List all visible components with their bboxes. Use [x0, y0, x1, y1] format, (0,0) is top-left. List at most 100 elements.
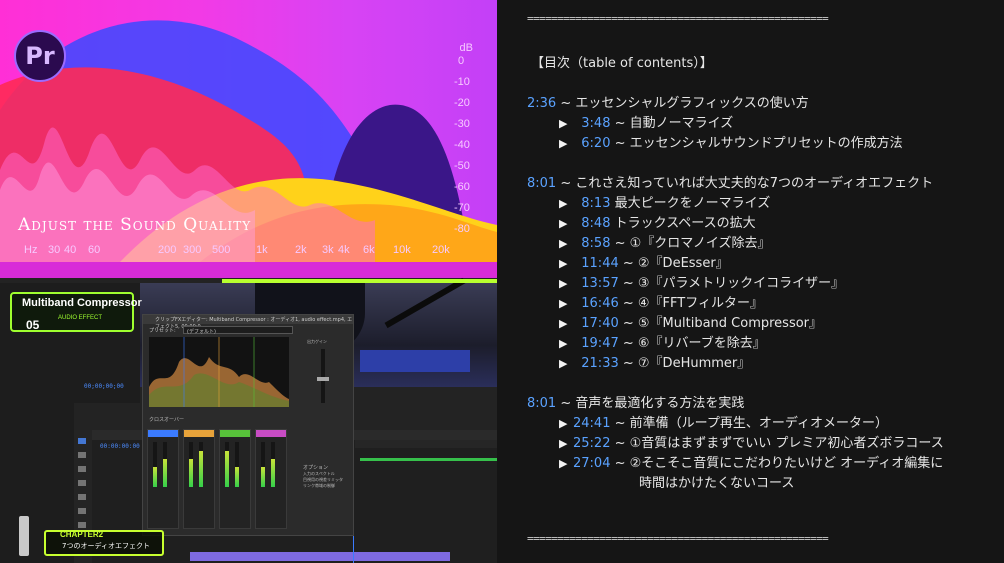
play-triangle-icon: ▶	[559, 217, 568, 230]
toc-item[interactable]: ▶ 21:33 ~ ⑦『DeHummer』	[559, 352, 750, 371]
toc-timestamp-link[interactable]: 25:22	[573, 436, 610, 451]
fx-gain-slider[interactable]	[317, 377, 329, 381]
toc-item-text: エッセンシャルグラフィックスの使い方	[575, 96, 809, 111]
toc-item[interactable]: ▶ 6:20 ~ エッセンシャルサウンドプリセットの作成方法	[559, 132, 903, 151]
divider-top: ========================================…	[527, 12, 829, 25]
toc-item[interactable]: ▶ 8:48 トラックスペースの拡大	[559, 212, 756, 231]
razor-tool-icon[interactable]	[78, 480, 86, 486]
db-tick: -80	[454, 223, 470, 235]
toc-item-text: ④『FFTフィルター』	[637, 296, 763, 311]
toc-timestamp-link[interactable]: 17:40	[581, 316, 618, 331]
fx-preset-select[interactable]: (デフォルト)	[183, 326, 293, 335]
play-triangle-icon: ▶	[559, 237, 568, 250]
toc-item[interactable]: ▶ 11:44 ~ ②『DeEsser』	[559, 252, 729, 271]
toc-timestamp-link[interactable]: 8:13	[581, 196, 610, 211]
toc-timestamp-link[interactable]: 13:57	[581, 276, 618, 291]
db-tick: -10	[454, 76, 470, 88]
db-tick: 0	[458, 55, 465, 67]
toc-timestamp-link[interactable]: 8:01	[527, 176, 556, 191]
toc-item[interactable]: ▶ 8:58 ~ ①『クロマノイズ除去』	[559, 232, 771, 251]
ripple-edit-tool-icon[interactable]	[78, 466, 86, 472]
fx-spectrum-svg	[149, 337, 289, 407]
hz-tick: 20k	[432, 244, 450, 256]
toc-timestamp-link[interactable]: 11:44	[581, 256, 618, 271]
band-column[interactable]	[183, 429, 215, 529]
fx-spectrum-graph[interactable]	[149, 337, 289, 407]
toc-separator: ~	[556, 176, 576, 191]
toc-item[interactable]: ▶ 27:04 ~ ②そこそこ音質にこだわりたいけど オーディオ編集に	[559, 452, 943, 471]
fx-preset-value: (デフォルト)	[187, 329, 216, 335]
play-triangle-icon: ▶	[559, 437, 568, 450]
band-meter-fill	[261, 467, 265, 487]
toc-item-text: ②『DeEsser』	[637, 256, 729, 271]
band-column[interactable]	[255, 429, 287, 529]
timecode-display: 00;00;00;00	[84, 383, 124, 390]
toc-item[interactable]: 8:01 ~ 音声を最適化する方法を実践	[527, 392, 744, 411]
toc-item[interactable]: 8:01 ~ これさえ知っていれば大丈夫的な7つのオーディオエフェクト	[527, 172, 933, 191]
toc-separator: ~	[556, 96, 576, 111]
toc-timestamp-link[interactable]: 19:47	[581, 336, 618, 351]
toc-item[interactable]: ▶ 19:47 ~ ⑥『リバーブを除去』	[559, 332, 766, 351]
toc-item-text: これさえ知っていれば大丈夫的な7つのオーディオエフェクト	[575, 176, 934, 191]
toc-item-text: トラックスペースの拡大	[614, 216, 756, 231]
toc-timestamp-link[interactable]: 21:33	[581, 356, 618, 371]
db-tick: -30	[454, 118, 470, 130]
hand-tool-icon[interactable]	[78, 522, 86, 528]
toc-separator: ~	[618, 296, 638, 311]
toc-timestamp-link[interactable]: 2:36	[527, 96, 556, 111]
band-meter	[271, 442, 275, 487]
toc-timestamp-link[interactable]: 8:01	[527, 396, 556, 411]
toc-item[interactable]: ▶ 24:41 ~ 前準備（ループ再生、オーディオメーター）	[559, 412, 888, 431]
toc-item-text: 最大ピークをノーマライズ	[614, 196, 771, 211]
pen-tool-icon[interactable]	[78, 508, 86, 514]
band-column[interactable]	[219, 429, 251, 529]
hz-tick: 10k	[393, 244, 411, 256]
fx-option-link[interactable]: リンク帯域の制御	[303, 483, 351, 489]
band-column[interactable]	[147, 429, 179, 529]
band-header[interactable]	[256, 430, 286, 437]
toc-item[interactable]: 2:36 ~ エッセンシャルグラフィックスの使い方	[527, 92, 809, 111]
track-select-tool-icon[interactable]	[78, 452, 86, 458]
toc-item[interactable]: ▶ 25:22 ~ ①音質はまずまずでいい プレミア初心者ズボラコース	[559, 432, 944, 451]
slip-tool-icon[interactable]	[78, 494, 86, 500]
band-meter	[235, 442, 239, 487]
toc-timestamp-link[interactable]: 27:04	[573, 456, 610, 471]
toc-item-text: ①音質はまずまずでいい プレミア初心者ズボラコース	[629, 436, 944, 451]
selection-tool-icon[interactable]	[78, 438, 86, 444]
db-tick: -40	[454, 139, 470, 151]
toc-timestamp-link[interactable]: 16:46	[581, 296, 618, 311]
toc-separator: ~	[610, 136, 630, 151]
hz-tick: 3k	[322, 244, 334, 256]
video-thumbnail: Pr dB 0 -10 -20 -30 -40 -50 -60 -70 -80 Adjust t…	[0, 0, 497, 563]
toc-item-text: 前準備（ループ再生、オーディオメーター）	[629, 416, 888, 431]
toc-timestamp-link[interactable]: 6:20	[581, 136, 610, 151]
band-header[interactable]	[184, 430, 214, 437]
toc-item[interactable]: ▶ 13:57 ~ ③『パラメトリックイコライザー』	[559, 272, 844, 291]
band-meter-fill	[199, 451, 203, 487]
toc-separator: ~	[610, 116, 630, 131]
hz-tick: Hz	[24, 244, 38, 256]
db-tick: -70	[454, 202, 470, 214]
premiere-pro-logo: Pr	[14, 30, 66, 82]
toc-item-text: エッセンシャルサウンドプリセットの作成方法	[629, 136, 903, 151]
fx-preset-label: プリセット:	[149, 328, 176, 334]
toc-item[interactable]: ▶ 17:40 ~ ⑤『Multiband Compressor』	[559, 312, 822, 331]
play-triangle-icon: ▶	[559, 317, 568, 330]
toc-item[interactable]: ▶ 8:13 最大ピークをノーマライズ	[559, 192, 770, 211]
band-header[interactable]	[148, 430, 178, 437]
timeline-ruler[interactable]	[355, 440, 497, 448]
table-of-contents-panel: ========================================…	[497, 0, 1004, 563]
toc-timestamp-link[interactable]: 8:58	[581, 236, 610, 251]
toc-item[interactable]: ▶ 16:46 ~ ④『FFTフィルター』	[559, 292, 763, 311]
db-tick: -60	[454, 181, 470, 193]
toc-timestamp-link[interactable]: 8:48	[581, 216, 610, 231]
toc-item[interactable]: ▶ 3:48 ~ 自動ノーマライズ	[559, 112, 733, 131]
audio-clip[interactable]	[190, 552, 450, 561]
toc-timestamp-link[interactable]: 24:41	[573, 416, 610, 431]
band-meter-fill	[271, 459, 275, 487]
toc-item: 時間はかけたくないコース	[639, 472, 794, 491]
toc-timestamp-link[interactable]: 3:48	[581, 116, 610, 131]
toc-item-text: ⑥『リバーブを除去』	[637, 336, 766, 351]
band-header[interactable]	[220, 430, 250, 437]
toc-item-text: ⑦『DeHummer』	[637, 356, 751, 371]
